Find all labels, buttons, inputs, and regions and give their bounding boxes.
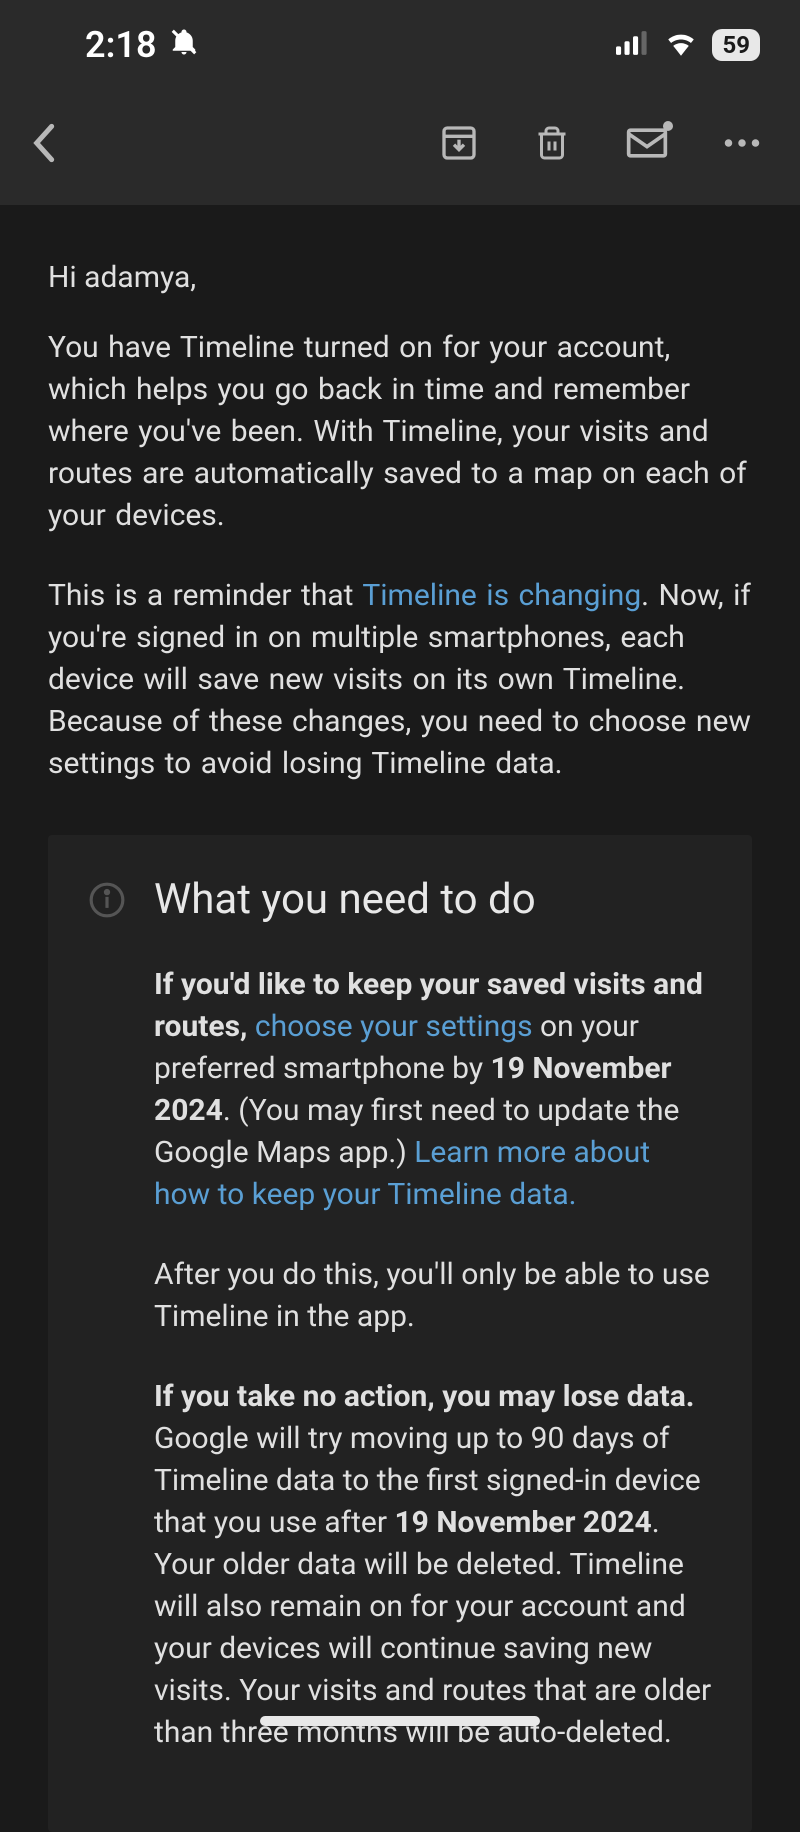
cellular-signal-icon (616, 29, 650, 61)
p3-bold1: If you take no action, you may lose data… (154, 1379, 694, 1414)
wifi-icon (664, 29, 698, 61)
timeline-changing-link[interactable]: Timeline is changing (362, 578, 641, 613)
toolbar-actions (439, 123, 760, 163)
info-paragraph-3: If you take no action, you may lose data… (154, 1376, 712, 1754)
info-paragraph-1: If you'd like to keep your saved visits … (154, 964, 712, 1216)
p3-bold2: 19 November 2024 (394, 1505, 651, 1540)
more-options-button[interactable] (724, 138, 760, 148)
info-box: What you need to do If you'd like to kee… (48, 835, 752, 1832)
bell-off-icon (169, 24, 199, 66)
status-bar: 2:18 59 (0, 0, 800, 90)
para2-prefix: This is a reminder that (48, 578, 362, 613)
email-content: Hi adamya, You have Timeline turned on f… (0, 205, 800, 1832)
home-indicator[interactable] (260, 1716, 540, 1726)
p3-text2: . Your older data will be deleted. Timel… (154, 1505, 711, 1750)
unread-indicator-icon (663, 121, 673, 131)
info-icon (88, 904, 126, 923)
info-icon-wrap (88, 875, 126, 1792)
email-toolbar (0, 90, 800, 205)
back-button[interactable] (30, 123, 60, 163)
email-paragraph-1: You have Timeline turned on for your acc… (48, 327, 752, 537)
info-content: What you need to do If you'd like to kee… (154, 875, 712, 1792)
status-left: 2:18 (85, 24, 199, 66)
archive-button[interactable] (439, 123, 479, 163)
choose-settings-link[interactable]: choose your settings (255, 1009, 533, 1044)
delete-button[interactable] (534, 123, 570, 163)
battery-level: 59 (712, 29, 760, 61)
mark-unread-button[interactable] (625, 125, 669, 161)
email-paragraph-2: This is a reminder that Timeline is chan… (48, 575, 752, 785)
info-paragraph-2: After you do this, you'll only be able t… (154, 1254, 712, 1338)
email-greeting: Hi adamya, (48, 260, 752, 295)
info-heading: What you need to do (154, 875, 712, 924)
status-time: 2:18 (85, 24, 157, 66)
status-right: 59 (616, 29, 760, 61)
